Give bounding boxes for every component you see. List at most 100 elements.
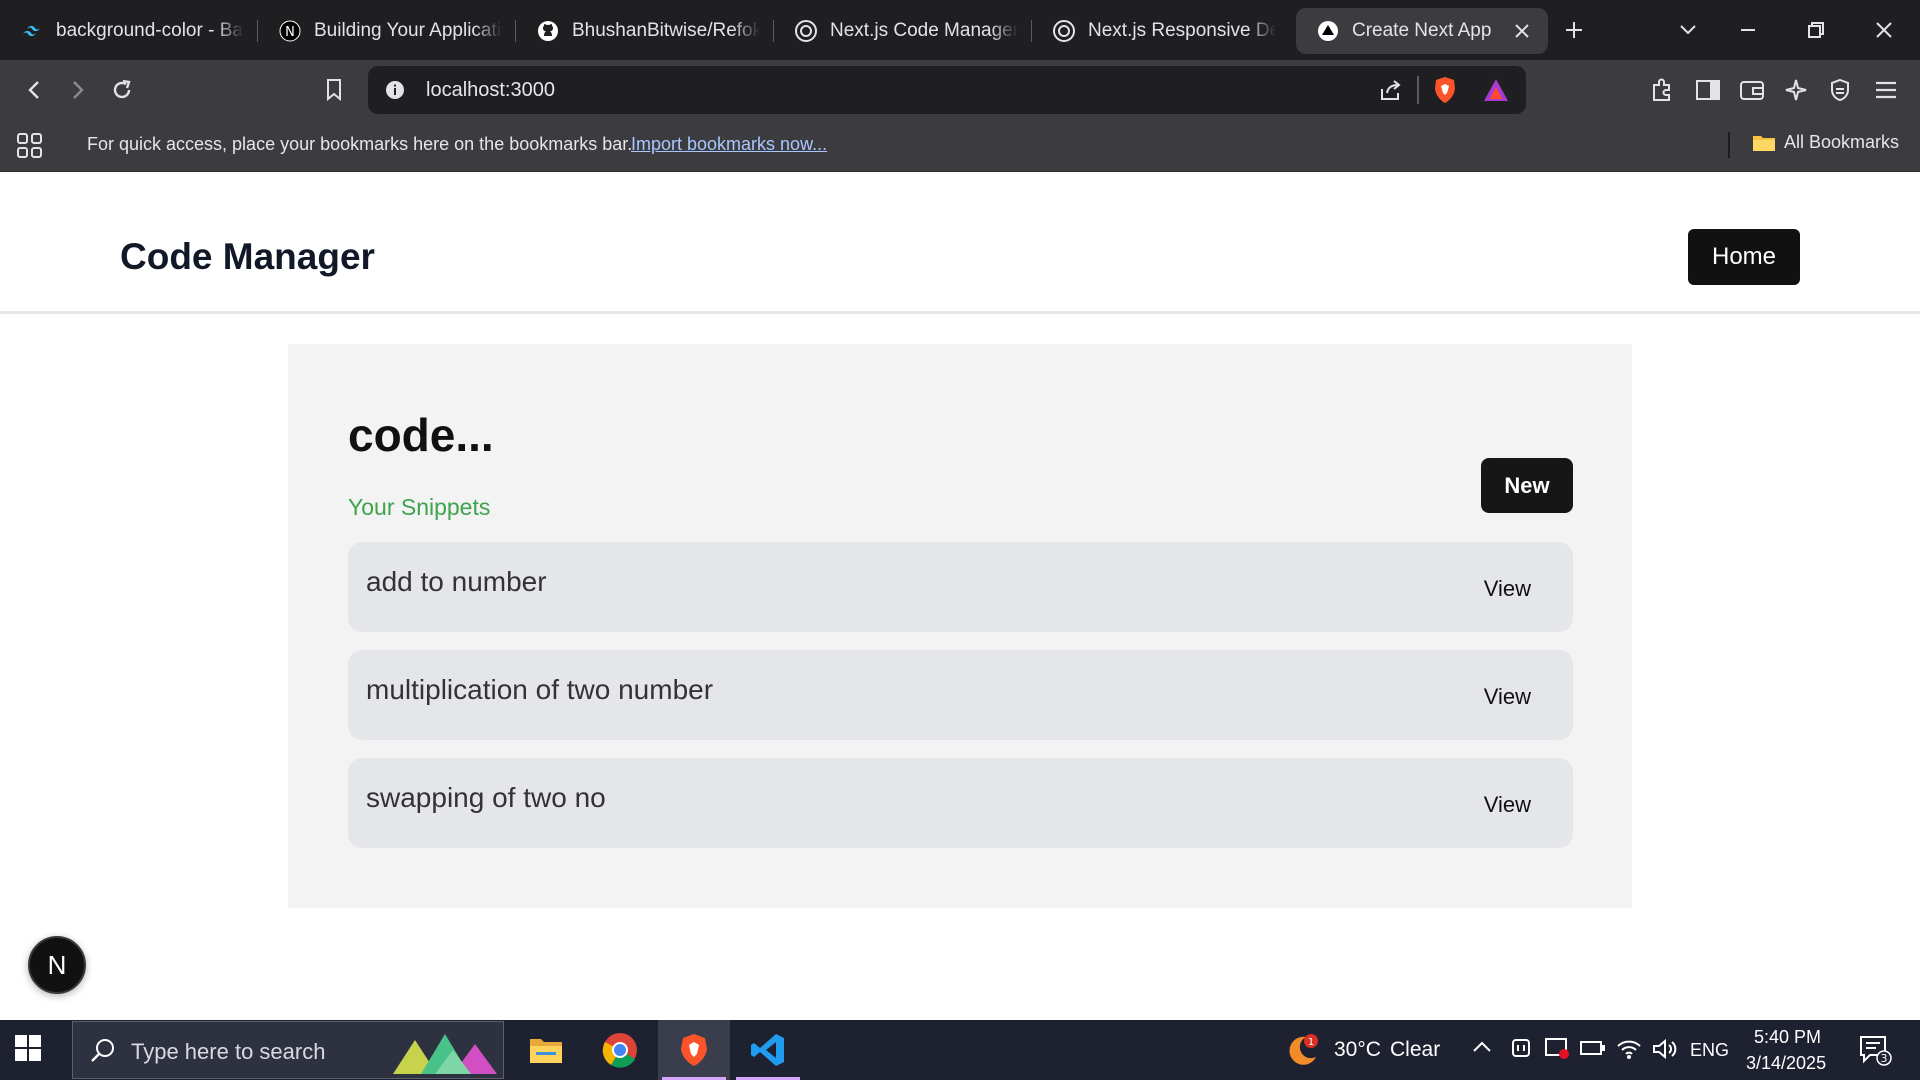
svg-text:3: 3 (1881, 1052, 1888, 1065)
input-language[interactable]: ENG (1690, 1040, 1729, 1061)
import-bookmarks-link[interactable]: Import bookmarks now... (631, 134, 827, 155)
taskbar-search[interactable]: Type here to search (72, 1021, 504, 1079)
vercel-triangle-icon (1316, 19, 1340, 43)
web-page: Code Manager Home code... Your Snippets … (0, 172, 1920, 1020)
tab-label: Next.js Code Manager I (830, 20, 1018, 41)
site-header: Code Manager Home (0, 172, 1920, 314)
wallet-icon (1740, 81, 1764, 100)
weather-condition: Clear (1390, 1038, 1441, 1061)
brave-rewards-icon[interactable] (1482, 77, 1510, 108)
svg-text:1: 1 (1308, 1037, 1314, 1048)
back-button[interactable] (14, 70, 54, 110)
shield-icon (1831, 78, 1849, 102)
view-snippet-link[interactable]: View (1484, 792, 1531, 818)
volume-icon[interactable] (1652, 1038, 1678, 1065)
taskbar-brave[interactable] (658, 1020, 730, 1080)
tab-building-your-application[interactable]: N Building Your Applicatio (258, 8, 516, 54)
all-bookmarks-button[interactable]: All Bookmarks (1752, 132, 1899, 153)
snippet-name: multiplication of two number (366, 674, 714, 705)
close-icon (1876, 22, 1892, 38)
notification-icon: 3 (1860, 1036, 1892, 1066)
sidebar-button[interactable] (1688, 70, 1728, 110)
meet-now-icon[interactable] (1510, 1036, 1532, 1065)
site-info-icon[interactable] (384, 79, 406, 106)
chevron-up-icon[interactable] (1472, 1040, 1492, 1059)
nextjs-n-icon: N (278, 19, 302, 43)
reload-button[interactable] (102, 70, 142, 110)
omnibox-divider (1417, 76, 1419, 104)
snippet-item: add to number View (348, 542, 1573, 632)
arrow-right-icon (73, 81, 84, 99)
taskbar-file-explorer[interactable] (510, 1020, 582, 1080)
wifi-icon[interactable] (1616, 1038, 1642, 1065)
apps-grid-icon[interactable] (16, 132, 44, 165)
wallet-button[interactable] (1732, 70, 1772, 110)
new-tab-button[interactable] (1552, 8, 1596, 52)
snippet-item: swapping of two no View (348, 758, 1573, 848)
address-bar[interactable]: localhost:3000 (368, 66, 1526, 114)
notifications-button[interactable]: 3 (1858, 1034, 1892, 1071)
search-highlight-illustration (393, 1034, 497, 1074)
snippets-panel: code... Your Snippets New add to number … (288, 344, 1632, 908)
sidebar-icon (1696, 80, 1720, 100)
chevron-down-icon (1680, 25, 1696, 35)
brave-icon (681, 1034, 707, 1066)
restore-icon (1808, 22, 1824, 38)
tab-github[interactable]: BhushanBitwise/Refoku (516, 8, 774, 54)
forward-button[interactable] (58, 70, 98, 110)
close-tab-icon[interactable] (1510, 19, 1534, 43)
tab-search-dropdown[interactable] (1666, 8, 1710, 52)
clock-date[interactable]: 3/14/2025 (1746, 1053, 1826, 1074)
openai-icon (1052, 19, 1076, 43)
url-text: localhost:3000 (426, 79, 555, 101)
taskbar-vscode[interactable] (732, 1020, 804, 1080)
sparkle-icon (1785, 79, 1807, 101)
new-snippet-button[interactable]: New (1481, 458, 1573, 513)
tab-label: BhushanBitwise/Refoku (572, 20, 760, 41)
home-button[interactable]: Home (1688, 229, 1800, 285)
restore-button[interactable] (1794, 8, 1838, 52)
menu-button[interactable] (1866, 70, 1906, 110)
minimize-button[interactable] (1726, 8, 1770, 52)
search-placeholder: Type here to search (131, 1039, 326, 1064)
taskbar-chrome[interactable] (584, 1020, 656, 1080)
bookmarks-bar: For quick access, place your bookmarks h… (0, 120, 1920, 172)
openai-icon (794, 19, 818, 43)
tab-nextjs-code-manager[interactable]: Next.js Code Manager I (774, 8, 1032, 54)
vpn-button[interactable] (1820, 70, 1860, 110)
svg-text:N: N (285, 25, 295, 40)
minimize-icon (1741, 29, 1755, 31)
hamburger-icon (1876, 81, 1896, 99)
nextjs-dev-indicator[interactable]: N (28, 936, 86, 994)
bookmark-button[interactable] (314, 70, 354, 110)
tab-nextjs-responsive-design[interactable]: Next.js Responsive Desi (1032, 8, 1290, 54)
tab-label: Next.js Responsive Desi (1088, 20, 1276, 41)
share-icon[interactable] (1378, 77, 1404, 108)
bookmarks-hint: For quick access, place your bookmarks h… (87, 134, 633, 154)
view-snippet-link[interactable]: View (1484, 684, 1531, 710)
tab-create-next-app[interactable]: Create Next App (1296, 8, 1548, 54)
brave-shields-icon[interactable] (1432, 75, 1458, 110)
view-snippet-link[interactable]: View (1484, 576, 1531, 602)
site-title: Code Manager (120, 236, 375, 277)
tab-background-color[interactable]: background-color - Bac (0, 8, 258, 54)
leo-ai-button[interactable] (1776, 70, 1816, 110)
battery-icon[interactable] (1580, 1040, 1606, 1061)
arrow-left-icon (28, 81, 39, 99)
panel-title: code... (348, 409, 494, 461)
folder-icon (530, 1039, 562, 1063)
weather-widget[interactable]: 1 (1284, 1033, 1320, 1074)
chrome-icon (602, 1033, 637, 1068)
github-icon (536, 19, 560, 43)
start-button[interactable] (14, 1034, 46, 1066)
clock-time[interactable]: 5:40 PM (1754, 1027, 1821, 1048)
close-window-button[interactable] (1862, 8, 1906, 52)
plus-icon (1566, 22, 1582, 38)
browser-toolbar: localhost:3000 (0, 60, 1920, 120)
extensions-button[interactable] (1642, 70, 1682, 110)
tailwind-icon (20, 19, 44, 43)
screen-record-icon[interactable] (1544, 1036, 1570, 1065)
search-icon (91, 1039, 114, 1062)
tab-label: Create Next App (1352, 20, 1492, 41)
weather-temp: 30°C (1334, 1038, 1381, 1061)
